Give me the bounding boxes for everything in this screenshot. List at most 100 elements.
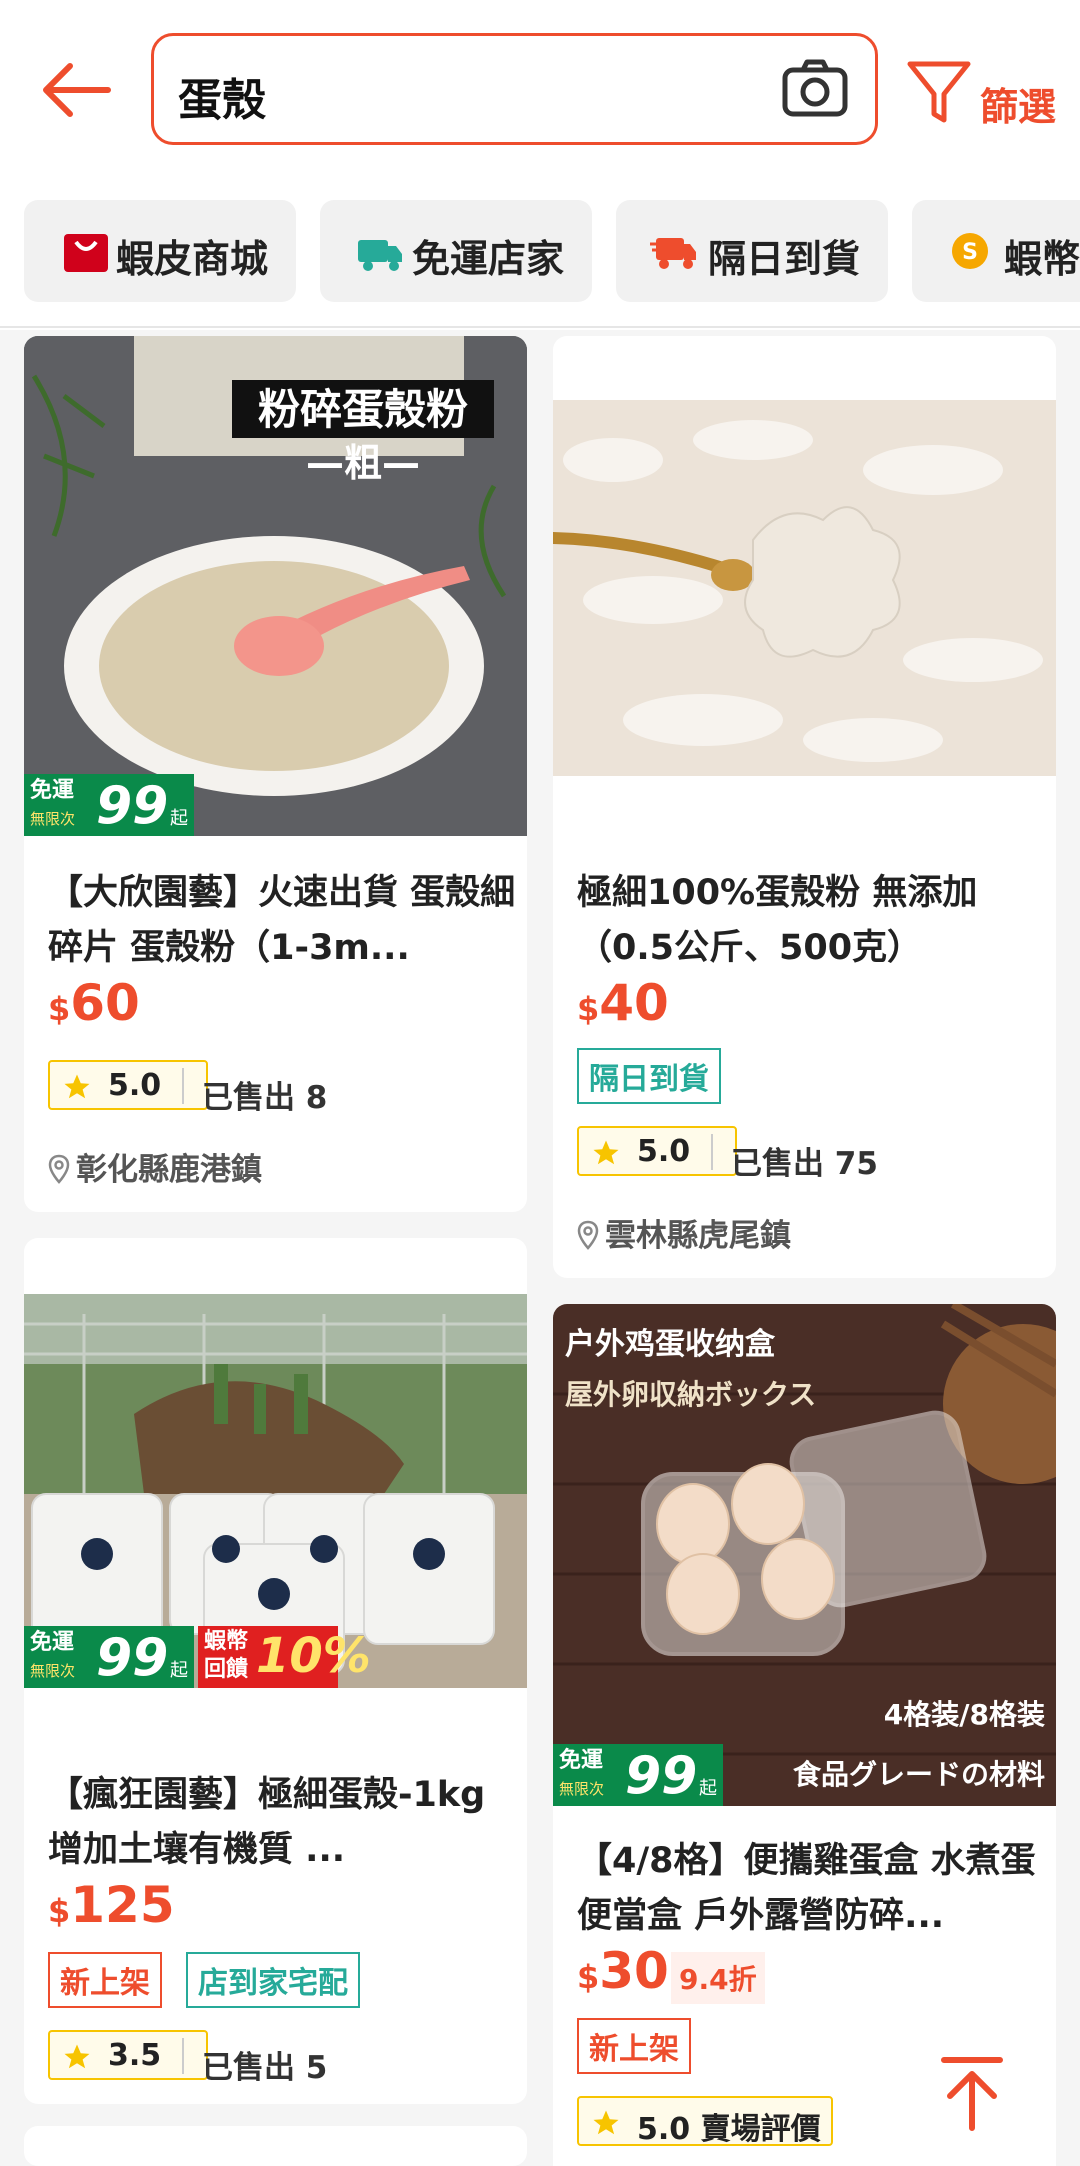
svg-text:S: S [962,240,978,265]
star-icon [64,1074,90,1099]
price-value: 60 [70,974,140,1032]
currency-symbol: $ [48,1892,71,1930]
header-divider [0,326,1080,328]
price-value: 30 [599,1942,669,2000]
eggshell-bowl-image: 粉碎蛋殼粉 —粗— [24,336,527,836]
product-title: 【大欣園藝】火速出貨 蛋殼細碎片 蛋殼粉（1-3m... [48,873,516,968]
arrow-up-icon [941,2057,1003,2131]
rating-badge: 5.0 [577,1126,737,1176]
product-price: $60 [48,974,140,1032]
tag-suffix: 起 [699,1778,717,1799]
currency-symbol: $ [577,1958,600,1996]
rating-badge: 3.5 [48,2030,208,2080]
divider [182,2038,184,2074]
location-pin-icon [577,1220,599,1250]
image-caption-2: 4格装/8格装 [884,1698,1045,1731]
image-caption: 户外鸡蛋收纳盒 [565,1327,776,1362]
sold-count: 已售出 75 [731,1146,878,1182]
home-delivery-label: 店到家宅配 [186,1952,360,2008]
product-title: 【瘋狂園藝】極細蛋殼-1kg 增加土壤有機質 ... [48,1775,486,1870]
chip-free-shipping[interactable]: 免運店家 [320,200,592,302]
tag-main: 免運 [30,1630,75,1655]
currency-symbol: $ [48,990,71,1028]
tag-amount: 10% [256,1628,371,1684]
product-card[interactable]: 户外鸡蛋收纳盒 屋外卵収納ボックス 4格装/8格装 食品グレードの材料 免運 無… [553,1304,1056,2166]
scroll-to-top-button[interactable] [932,2054,1012,2134]
search-header: 蛋殼 篩選 蝦皮商城 免運店家 隔日到貨 S 蝦幣 [0,0,1080,330]
tag-sub: 無限次 [30,810,76,828]
chip-shopee-mall[interactable]: 蝦皮商城 [24,200,296,302]
rating-score: 5.0 賣場評價 [637,2112,821,2147]
quick-filter-chips: 蝦皮商城 免運店家 隔日到貨 S 蝦幣 [0,200,1080,304]
star-icon [593,1140,619,1165]
arrow-left-icon [43,63,111,117]
rating-score: 3.5 [108,2038,162,2073]
tag-main: 蝦幣 [204,1629,249,1654]
rating-badge: 5.0 賣場評價 [577,2096,833,2147]
product-price: $40 [577,974,669,1032]
location-text: 雲林縣虎尾鎮 [605,1218,791,1254]
filter-funnel-icon [907,61,971,123]
sold-count: 已售出 8 [202,1080,328,1116]
shopee-mall-bag-icon [64,234,108,272]
tag-main: 免運 [30,778,75,803]
coin-cashback-tag: 蝦幣 回饋 10% [198,1626,371,1688]
location-text: 彰化縣鹿港鎮 [76,1152,262,1188]
product-price: $125 [48,1876,175,1934]
product-card[interactable]: 極細100%蛋殼粉 無添加（0.5公斤、500克） $40 隔日到貨 5.0 已… [553,336,1056,1278]
product-image [553,400,1056,776]
product-image: 免運 無限次 99 起 蝦幣 回饋 10% [24,1294,527,1688]
tag-sub: 回饋 [204,1657,249,1682]
product-card[interactable]: 粉碎蛋殼粉 —粗— 免運 無限次 99 起 【大欣園藝】火速出貨 蛋殼細碎片 蛋… [24,336,527,1212]
tag-suffix: 起 [170,808,188,829]
shopee-coin-icon: S [952,233,988,269]
star-icon [593,2110,619,2135]
free-shipping-truck-icon [358,240,402,271]
product-image: 户外鸡蛋收纳盒 屋外卵収納ボックス 4格装/8格装 食品グレードの材料 免運 無… [553,1304,1056,1806]
currency-symbol: $ [577,990,600,1028]
search-input[interactable]: 蛋殼 [151,33,878,145]
chip-label: 免運店家 [412,237,565,281]
divider [182,1068,184,1104]
tag-amount: 99 [96,1628,169,1688]
filter-button[interactable]: 篩選 [904,54,1080,134]
product-title: 【4/8格】便攜雞蛋盒 水煮蛋便當盒 戶外露營防碎... [577,1841,1036,1936]
search-query: 蛋殼 [178,75,266,126]
chip-next-day-delivery[interactable]: 隔日到貨 [616,200,888,302]
tag-sub: 無限次 [559,1780,605,1798]
price-value: 40 [599,974,669,1032]
new-listing-label: 新上架 [577,2018,691,2074]
location-pin-icon [48,1154,70,1184]
image-caption: 粉碎蛋殼粉 [258,385,468,434]
sold-count: 已售出 5 [202,2050,328,2086]
filter-label: 篩選 [980,85,1057,129]
eggshell-powder-spoon-image [553,400,1056,776]
chip-shopee-coin[interactable]: S 蝦幣 [912,200,1080,302]
camera-search-button[interactable] [781,58,849,120]
product-card[interactable] [24,2126,527,2166]
back-button[interactable] [38,52,118,132]
free-shipping-tag: 免運 無限次 99 起 [553,1744,723,1806]
shop-location: 彰化縣鹿港鎮 [48,1144,262,1189]
image-caption-3: 食品グレードの材料 [793,1758,1045,1791]
tag-amount: 99 [96,776,169,836]
divider [711,1134,713,1170]
egg-storage-box-image: 户外鸡蛋收纳盒 屋外卵収納ボックス 4格装/8格装 食品グレードの材料 [553,1304,1056,1806]
camera-icon [782,59,848,117]
rating-score: 5.0 [637,1134,691,1169]
rating-score: 5.0 [108,1068,162,1103]
chip-label: 隔日到貨 [708,237,861,281]
chip-label: 蝦皮商城 [116,237,269,281]
product-price: $30 [577,1942,669,2000]
discount-badge: 9.4折 [671,1952,765,2004]
rating-badge: 5.0 [48,1060,208,1110]
product-card[interactable]: 免運 無限次 99 起 蝦幣 回饋 10% 【瘋狂園藝】極細蛋殼-1kg 增加土… [24,1238,527,2104]
free-shipping-tag: 免運 無限次 99 起 [24,774,194,836]
image-subcaption: —粗— [306,441,420,485]
free-shipping-tag: 免運 無限次 99 起 [24,1626,194,1688]
tag-amount: 99 [625,1746,698,1806]
new-listing-label: 新上架 [48,1952,162,2008]
price-value: 125 [70,1876,175,1934]
image-subcaption: 屋外卵収納ボックス [565,1378,816,1411]
tag-suffix: 起 [170,1660,188,1681]
